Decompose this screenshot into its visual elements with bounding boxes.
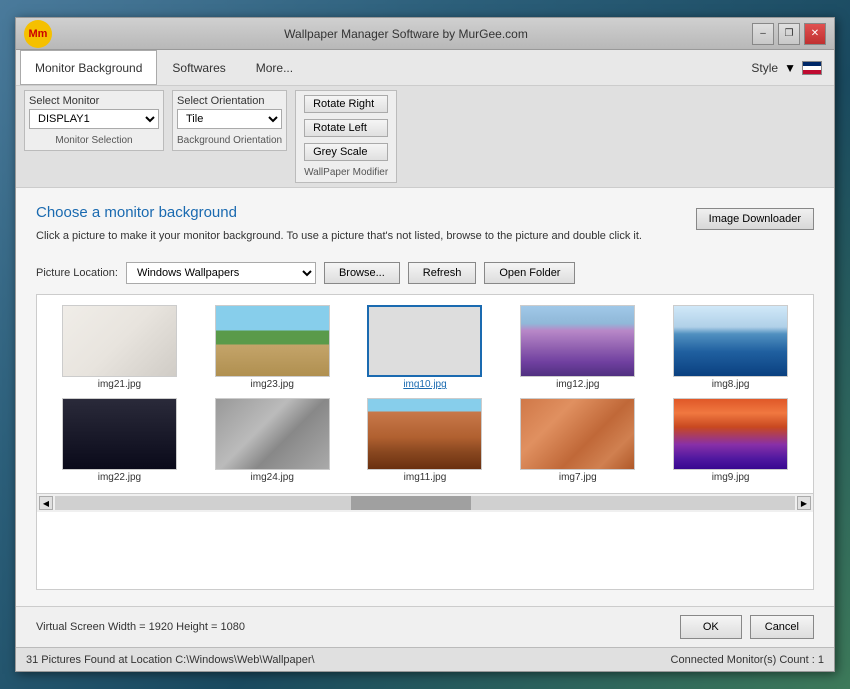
content-area: Choose a monitor background Click a pict…: [16, 188, 834, 606]
rotate-left-button[interactable]: Rotate Left: [304, 119, 388, 137]
image-item[interactable]: img11.jpg: [353, 398, 498, 483]
titlebar: Mm Wallpaper Manager Software by MurGee.…: [16, 18, 834, 50]
style-control: Style ▼: [743, 50, 830, 85]
toolbar: Select Monitor DISPLAY1 Monitor Selectio…: [16, 86, 834, 188]
image-filename-label: img10.jpg: [403, 379, 446, 390]
image-thumb[interactable]: [673, 305, 788, 377]
style-label: Style: [751, 61, 778, 75]
image-filename-label: img7.jpg: [559, 472, 597, 483]
menubar: Monitor Background Softwares More... Sty…: [16, 50, 834, 86]
image-filename-label: img8.jpg: [712, 379, 750, 390]
image-filename-label: img24.jpg: [251, 472, 294, 483]
header-desc-area: Choose a monitor background Click a pict…: [36, 204, 684, 256]
scroll-thumb[interactable]: [351, 496, 471, 510]
image-item[interactable]: img7.jpg: [505, 398, 650, 483]
image-filename-label: img12.jpg: [556, 379, 599, 390]
content-description: Click a picture to make it your monitor …: [36, 229, 684, 244]
content-title: Choose a monitor background: [36, 204, 684, 221]
refresh-button[interactable]: Refresh: [408, 262, 477, 284]
close-button[interactable]: ✕: [804, 23, 826, 45]
modifier-group-label: WallPaper Modifier: [304, 167, 388, 178]
status-bar: 31 Pictures Found at Location C:\Windows…: [16, 647, 834, 671]
picture-location-select[interactable]: Windows Wallpapers: [126, 262, 316, 284]
image-thumb[interactable]: [62, 305, 177, 377]
monitor-select[interactable]: DISPLAY1: [29, 109, 159, 129]
scroll-track[interactable]: [55, 496, 795, 510]
image-filename-label: img21.jpg: [98, 379, 141, 390]
image-thumb[interactable]: [367, 398, 482, 470]
image-downloader-button[interactable]: Image Downloader: [696, 208, 814, 230]
restore-button[interactable]: ❐: [778, 23, 800, 45]
status-left: 31 Pictures Found at Location C:\Windows…: [26, 654, 315, 666]
status-right: Connected Monitor(s) Count : 1: [671, 654, 824, 666]
browse-button[interactable]: Browse...: [324, 262, 400, 284]
wallpaper-modifier-group: Rotate Right Rotate Left Grey Scale Wall…: [295, 90, 397, 183]
tab-monitor-background[interactable]: Monitor Background: [20, 50, 157, 85]
image-item[interactable]: img9.jpg: [658, 398, 803, 483]
image-thumb[interactable]: [215, 398, 330, 470]
image-item[interactable]: img23.jpg: [200, 305, 345, 390]
content-header: Choose a monitor background Click a pict…: [36, 204, 814, 256]
monitor-combo-label: Select Monitor: [29, 95, 159, 107]
virtual-screen-info: Virtual Screen Width = 1920 Height = 108…: [36, 621, 245, 633]
ok-button[interactable]: OK: [680, 615, 742, 639]
image-thumb[interactable]: [520, 398, 635, 470]
grey-scale-button[interactable]: Grey Scale: [304, 143, 388, 161]
image-filename-label: img22.jpg: [98, 472, 141, 483]
monitor-combo-container: Select Monitor DISPLAY1: [29, 95, 159, 129]
flag-icon: [802, 61, 822, 75]
minimize-button[interactable]: –: [752, 23, 774, 45]
picture-location-label: Picture Location:: [36, 267, 118, 279]
tab-more[interactable]: More...: [241, 50, 308, 85]
orientation-group-label: Background Orientation: [177, 135, 282, 146]
cancel-button[interactable]: Cancel: [750, 615, 814, 639]
main-window: Mm Wallpaper Manager Software by MurGee.…: [15, 17, 835, 672]
orientation-group: Select Orientation Tile Background Orien…: [172, 90, 287, 151]
orientation-combo-container: Select Orientation Tile: [177, 95, 282, 129]
bottom-buttons: OK Cancel: [680, 615, 814, 639]
rotate-right-button[interactable]: Rotate Right: [304, 95, 388, 113]
image-grid-container: img21.jpg img23.jpg img10.jpg img12.jpg img8…: [36, 294, 814, 590]
image-grid: img21.jpg img23.jpg img10.jpg img12.jpg img8…: [37, 295, 813, 493]
image-item[interactable]: img10.jpg: [353, 305, 498, 390]
image-thumb[interactable]: [215, 305, 330, 377]
image-filename-label: img11.jpg: [404, 472, 447, 483]
open-folder-button[interactable]: Open Folder: [484, 262, 575, 284]
style-arrow: ▼: [784, 61, 796, 75]
window-controls: – ❐ ✕: [752, 23, 826, 45]
monitor-group-label: Monitor Selection: [29, 135, 159, 146]
orientation-select[interactable]: Tile: [177, 109, 282, 129]
bottom-bar: Virtual Screen Width = 1920 Height = 108…: [16, 606, 834, 647]
image-item[interactable]: img24.jpg: [200, 398, 345, 483]
app-logo: Mm: [24, 20, 52, 48]
image-filename-label: img9.jpg: [712, 472, 750, 483]
scroll-right-arrow[interactable]: ▶: [797, 496, 811, 510]
image-thumb[interactable]: [673, 398, 788, 470]
image-filename-label: img23.jpg: [251, 379, 294, 390]
tab-softwares[interactable]: Softwares: [157, 50, 240, 85]
picture-location-row: Picture Location: Windows Wallpapers Bro…: [36, 262, 814, 284]
image-item[interactable]: img22.jpg: [47, 398, 192, 483]
image-thumb[interactable]: [62, 398, 177, 470]
scroll-left-arrow[interactable]: ◀: [39, 496, 53, 510]
window-title: Wallpaper Manager Software by MurGee.com: [60, 27, 752, 41]
image-item[interactable]: img12.jpg: [505, 305, 650, 390]
image-thumb[interactable]: [520, 305, 635, 377]
orientation-combo-label: Select Orientation: [177, 95, 282, 107]
horizontal-scrollbar[interactable]: ◀ ▶: [37, 493, 813, 512]
image-item[interactable]: img21.jpg: [47, 305, 192, 390]
image-item[interactable]: img8.jpg: [658, 305, 803, 390]
monitor-selection-group: Select Monitor DISPLAY1 Monitor Selectio…: [24, 90, 164, 151]
image-thumb[interactable]: [367, 305, 482, 377]
